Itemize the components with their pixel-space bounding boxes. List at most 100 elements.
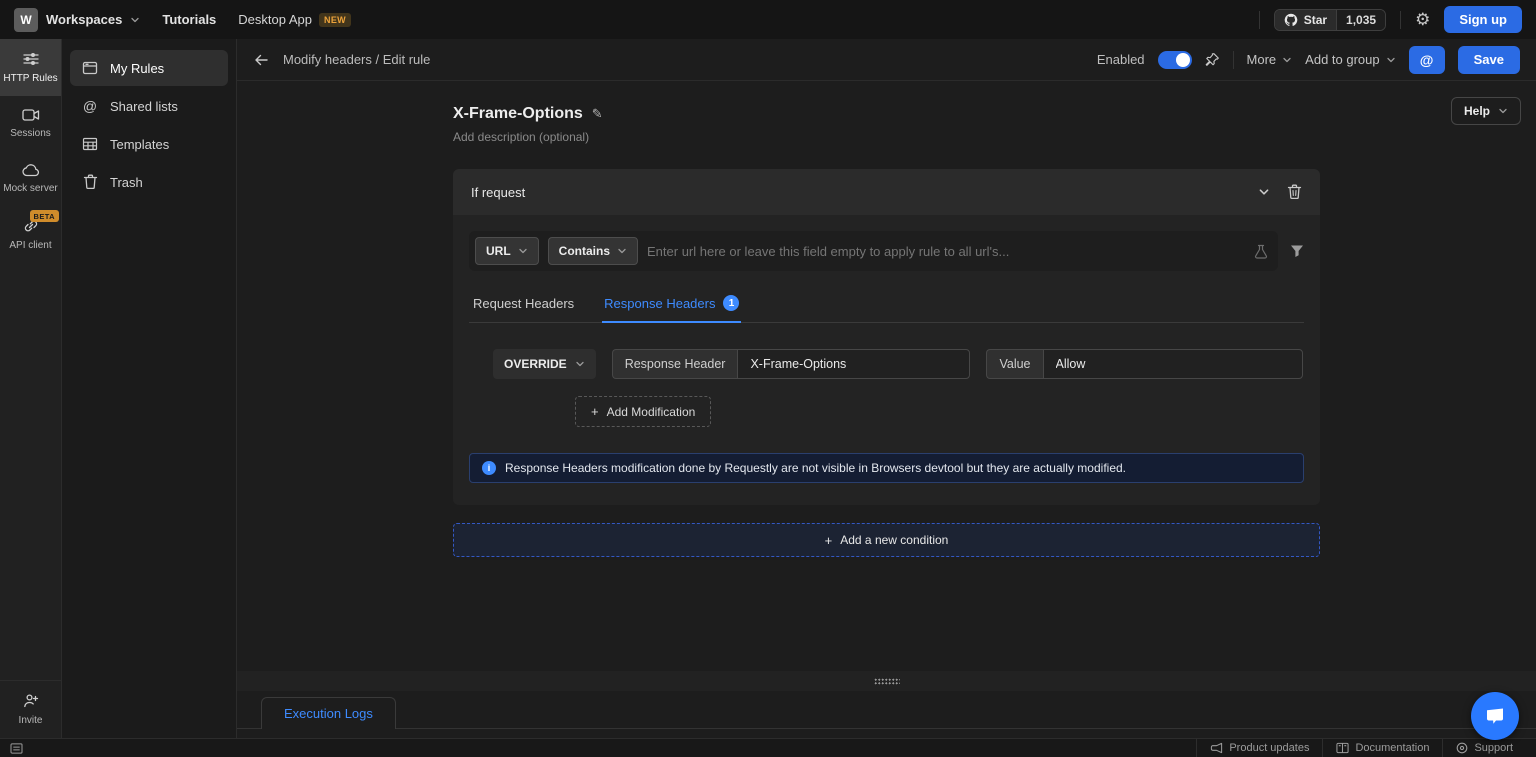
sidebar-item-shared-lists[interactable]: @ Shared lists: [70, 88, 228, 124]
bottom-panel: Execution Logs: [237, 671, 1536, 738]
support-link[interactable]: Support: [1442, 739, 1526, 757]
tab-response-headers[interactable]: Response Headers 1: [602, 291, 741, 322]
header-value-group: Value: [986, 349, 1302, 379]
rule-editor-content: Help X-Frame-Options ✎ Add description (…: [237, 81, 1536, 671]
rule-description-field[interactable]: Add description (optional): [453, 130, 1320, 144]
top-bar: W Workspaces Tutorials Desktop App NEW S…: [0, 0, 1536, 39]
enabled-label: Enabled: [1097, 52, 1145, 67]
help-label: Help: [1464, 104, 1490, 118]
star-count: 1,035: [1336, 10, 1385, 30]
add-modification-button[interactable]: Add Modification: [575, 396, 711, 427]
add-to-group-label: Add to group: [1305, 52, 1379, 67]
sidebar-item-templates[interactable]: Templates: [70, 126, 228, 162]
workspaces-menu[interactable]: W Workspaces: [14, 8, 140, 32]
add-to-group-menu[interactable]: Add to group: [1305, 52, 1395, 67]
chat-bubble-icon: [1484, 706, 1506, 726]
breadcrumb: Modify headers / Edit rule: [283, 52, 430, 67]
window-icon: [82, 60, 98, 76]
edit-pencil-icon[interactable]: ✎: [592, 106, 603, 122]
collapse-chevron-icon[interactable]: [1258, 186, 1270, 198]
back-arrow-icon[interactable]: [253, 52, 269, 68]
pin-icon[interactable]: [1205, 52, 1220, 67]
rail-item-label: API client: [9, 240, 51, 251]
logs-tab-bar: Execution Logs: [237, 691, 1536, 729]
add-condition-label: Add a new condition: [840, 533, 948, 547]
test-url-flask-icon[interactable]: [1254, 244, 1268, 259]
bottom-gap: [237, 729, 1536, 738]
github-icon: [1284, 13, 1298, 27]
rail-item-api-client[interactable]: BETA API client: [0, 206, 61, 263]
source-condition-row: URL Contains: [469, 231, 1278, 271]
chevron-down-icon: [1282, 55, 1292, 65]
filter-funnel-icon[interactable]: [1290, 244, 1304, 258]
help-button[interactable]: Help: [1451, 97, 1521, 125]
add-modification-label: Add Modification: [607, 405, 696, 419]
condition-card-header: If request: [453, 169, 1320, 215]
megaphone-icon: [1210, 742, 1223, 754]
panel-resize-handle[interactable]: [237, 671, 1536, 691]
delete-condition-trash-icon[interactable]: [1287, 184, 1302, 200]
source-url-input[interactable]: [647, 244, 1245, 259]
header-name-input[interactable]: [737, 349, 970, 379]
rail-item-http-rules[interactable]: HTTP Rules: [0, 39, 61, 96]
add-condition-button[interactable]: Add a new condition: [453, 523, 1320, 557]
rail-item-invite[interactable]: Invite: [0, 680, 61, 738]
modification-type-dropdown[interactable]: OVERRIDE: [493, 349, 596, 379]
header-value-input[interactable]: [1043, 349, 1303, 379]
rail-item-mock-server[interactable]: Mock server: [0, 151, 61, 206]
tab-execution-logs[interactable]: Execution Logs: [261, 697, 396, 729]
divider: [1233, 51, 1234, 69]
shared-list-icon: @: [83, 99, 97, 113]
header-name-group: Response Header: [612, 349, 971, 379]
modification-type-label: OVERRIDE: [504, 357, 567, 371]
documentation-link[interactable]: Documentation: [1322, 739, 1442, 757]
divider: [1400, 11, 1401, 29]
tab-request-headers[interactable]: Request Headers: [471, 291, 576, 322]
share-rule-button[interactable]: @: [1409, 46, 1445, 74]
tab-label: Request Headers: [473, 296, 574, 311]
save-button[interactable]: Save: [1458, 46, 1520, 74]
app: W Workspaces Tutorials Desktop App NEW S…: [0, 0, 1536, 757]
sliders-icon: [22, 51, 40, 67]
source-operator-dropdown[interactable]: Contains: [548, 237, 638, 265]
book-icon: [1336, 742, 1349, 754]
chevron-down-icon: [1498, 106, 1508, 116]
info-icon: i: [482, 461, 496, 475]
workspaces-label: Workspaces: [46, 12, 122, 27]
rail-item-sessions[interactable]: Sessions: [0, 96, 61, 151]
chevron-down-icon: [1386, 55, 1396, 65]
main-panel: Modify headers / Edit rule Enabled More …: [237, 39, 1536, 738]
workspace-avatar: W: [14, 8, 38, 32]
product-updates-link[interactable]: Product updates: [1196, 739, 1322, 757]
shared-list-icon: @: [1420, 52, 1434, 68]
new-badge: NEW: [319, 13, 351, 27]
collapse-sidebar-icon[interactable]: [10, 743, 23, 754]
more-menu[interactable]: More: [1247, 52, 1293, 67]
github-star-button[interactable]: Star 1,035: [1274, 9, 1386, 31]
rule-editor-header: Modify headers / Edit rule Enabled More …: [237, 39, 1536, 81]
desktop-app-label: Desktop App: [238, 12, 312, 27]
enabled-toggle[interactable]: [1158, 51, 1192, 69]
settings-gear-icon[interactable]: ⚙: [1415, 11, 1430, 28]
rule-title: X-Frame-Options: [453, 105, 583, 123]
status-footer: Product updates Documentation Support: [0, 738, 1536, 757]
support-icon: [1456, 742, 1468, 754]
source-key-dropdown[interactable]: URL: [475, 237, 539, 265]
info-text: Response Headers modification done by Re…: [505, 461, 1126, 475]
sidebar-item-my-rules[interactable]: My Rules: [70, 50, 228, 86]
star-label: Star: [1304, 13, 1327, 27]
chat-widget-button[interactable]: [1471, 692, 1519, 740]
header-name-addon: Response Header: [612, 349, 738, 379]
tutorials-link[interactable]: Tutorials: [162, 12, 216, 27]
headers-tabs: Request Headers Response Headers 1: [469, 291, 1304, 323]
support-label: Support: [1474, 742, 1513, 754]
divider: [1259, 11, 1260, 29]
sidebar-item-trash[interactable]: Trash: [70, 164, 228, 200]
chevron-down-icon: [130, 15, 140, 25]
header-value-addon: Value: [986, 349, 1042, 379]
source-key-label: URL: [486, 244, 511, 258]
desktop-app-link[interactable]: Desktop App NEW: [238, 12, 351, 27]
table-icon: [82, 136, 98, 152]
signup-button[interactable]: Sign up: [1444, 6, 1522, 33]
sidebar-item-label: Trash: [110, 175, 143, 190]
